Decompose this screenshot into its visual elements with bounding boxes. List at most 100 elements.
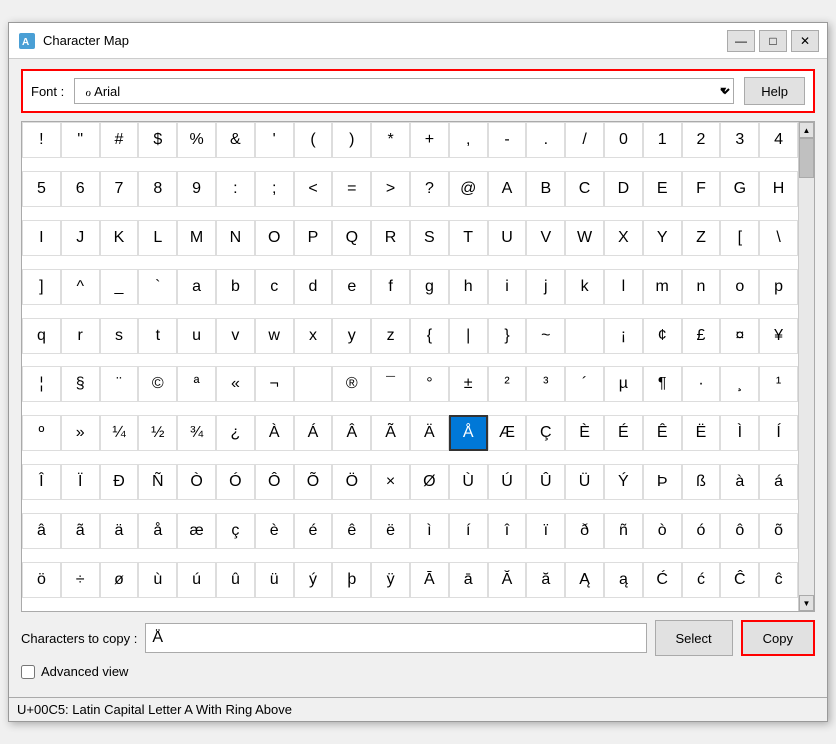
char-cell[interactable]: D bbox=[604, 171, 643, 207]
char-cell[interactable]: / bbox=[565, 122, 604, 158]
char-cell[interactable]: Ú bbox=[488, 464, 527, 500]
char-cell[interactable]: µ bbox=[604, 366, 643, 402]
char-cell[interactable]: Ñ bbox=[138, 464, 177, 500]
char-cell[interactable]: ø bbox=[100, 562, 139, 598]
char-cell[interactable]: g bbox=[410, 269, 449, 305]
char-cell[interactable]: Õ bbox=[294, 464, 333, 500]
char-cell[interactable]: r bbox=[61, 318, 100, 354]
char-cell[interactable]: h bbox=[449, 269, 488, 305]
char-cell[interactable]: i bbox=[488, 269, 527, 305]
char-cell[interactable]: ï bbox=[526, 513, 565, 549]
char-cell[interactable]: ) bbox=[332, 122, 371, 158]
char-cell[interactable]: Ì bbox=[720, 415, 759, 451]
char-cell[interactable]: S bbox=[410, 220, 449, 256]
char-cell[interactable]: & bbox=[216, 122, 255, 158]
char-cell[interactable]: X bbox=[604, 220, 643, 256]
char-cell[interactable]: w bbox=[255, 318, 294, 354]
char-cell[interactable]: Ø bbox=[410, 464, 449, 500]
char-cell[interactable]: ¤ bbox=[720, 318, 759, 354]
char-cell[interactable]: W bbox=[565, 220, 604, 256]
char-cell[interactable]: V bbox=[526, 220, 565, 256]
char-cell[interactable]: ý bbox=[294, 562, 333, 598]
char-cell[interactable]: â bbox=[22, 513, 61, 549]
char-cell[interactable]: : bbox=[216, 171, 255, 207]
char-cell[interactable]: ë bbox=[371, 513, 410, 549]
char-cell[interactable]: ä bbox=[100, 513, 139, 549]
char-cell[interactable]: ć bbox=[682, 562, 721, 598]
char-cell[interactable]: 0 bbox=[604, 122, 643, 158]
char-cell[interactable]: ñ bbox=[604, 513, 643, 549]
char-cell[interactable]: î bbox=[488, 513, 527, 549]
char-cell[interactable]: u bbox=[177, 318, 216, 354]
char-cell[interactable]: C bbox=[565, 171, 604, 207]
char-cell[interactable]: B bbox=[526, 171, 565, 207]
scroll-thumb[interactable] bbox=[799, 138, 814, 178]
char-cell[interactable]: § bbox=[61, 366, 100, 402]
char-cell[interactable]: ' bbox=[255, 122, 294, 158]
char-cell[interactable]: q bbox=[22, 318, 61, 354]
char-cell[interactable]: = bbox=[332, 171, 371, 207]
char-cell[interactable]: % bbox=[177, 122, 216, 158]
char-cell[interactable]: O bbox=[255, 220, 294, 256]
char-cell[interactable]: Û bbox=[526, 464, 565, 500]
char-cell[interactable]: R bbox=[371, 220, 410, 256]
char-cell[interactable]: M bbox=[177, 220, 216, 256]
char-cell[interactable]: m bbox=[643, 269, 682, 305]
char-cell[interactable]: F bbox=[682, 171, 721, 207]
char-cell[interactable]: 4 bbox=[759, 122, 798, 158]
char-cell[interactable]: ÷ bbox=[61, 562, 100, 598]
char-cell[interactable]: Ç bbox=[526, 415, 565, 451]
char-cell[interactable]: ¦ bbox=[22, 366, 61, 402]
char-cell[interactable]: û bbox=[216, 562, 255, 598]
char-cell[interactable]: ¡ bbox=[604, 318, 643, 354]
char-cell[interactable]: 6 bbox=[61, 171, 100, 207]
char-cell[interactable]: ¸ bbox=[720, 366, 759, 402]
char-cell[interactable]: J bbox=[61, 220, 100, 256]
char-cell[interactable]: < bbox=[294, 171, 333, 207]
char-cell[interactable]: È bbox=[565, 415, 604, 451]
char-cell[interactable]: ¼ bbox=[100, 415, 139, 451]
char-cell[interactable]: p bbox=[759, 269, 798, 305]
char-cell[interactable]: E bbox=[643, 171, 682, 207]
char-cell[interactable]: Ĉ bbox=[720, 562, 759, 598]
scroll-up-button[interactable]: ▲ bbox=[799, 122, 814, 138]
char-cell[interactable]: Î bbox=[22, 464, 61, 500]
char-cell[interactable]: ß bbox=[682, 464, 721, 500]
char-cell[interactable]: ĉ bbox=[759, 562, 798, 598]
char-cell[interactable]: ] bbox=[22, 269, 61, 305]
char-cell[interactable]: ă bbox=[526, 562, 565, 598]
advanced-checkbox[interactable] bbox=[21, 665, 35, 679]
char-cell[interactable]: Y bbox=[643, 220, 682, 256]
char-cell[interactable]: ¹ bbox=[759, 366, 798, 402]
char-cell[interactable]: è bbox=[255, 513, 294, 549]
close-button[interactable]: ✕ bbox=[791, 30, 819, 52]
char-cell[interactable]: » bbox=[61, 415, 100, 451]
char-cell[interactable]: d bbox=[294, 269, 333, 305]
char-cell[interactable]: . bbox=[526, 122, 565, 158]
char-cell[interactable]: 7 bbox=[100, 171, 139, 207]
char-cell[interactable]: Ù bbox=[449, 464, 488, 500]
minimize-button[interactable]: — bbox=[727, 30, 755, 52]
char-cell[interactable]: [ bbox=[720, 220, 759, 256]
char-cell[interactable]: Ý bbox=[604, 464, 643, 500]
char-cell[interactable]: Ą bbox=[565, 562, 604, 598]
char-cell[interactable]: ¢ bbox=[643, 318, 682, 354]
char-cell[interactable]: à bbox=[720, 464, 759, 500]
char-cell[interactable]: Ð bbox=[100, 464, 139, 500]
char-cell[interactable]: ´ bbox=[565, 366, 604, 402]
char-cell[interactable]: ! bbox=[22, 122, 61, 158]
char-cell[interactable]: º bbox=[22, 415, 61, 451]
char-cell[interactable]: ù bbox=[138, 562, 177, 598]
char-cell[interactable]: Æ bbox=[488, 415, 527, 451]
char-cell[interactable]: Á bbox=[294, 415, 333, 451]
char-cell[interactable]: À bbox=[255, 415, 294, 451]
char-cell[interactable]: Ë bbox=[682, 415, 721, 451]
char-cell[interactable]: á bbox=[759, 464, 798, 500]
char-cell[interactable]: # bbox=[100, 122, 139, 158]
char-cell[interactable]: * bbox=[371, 122, 410, 158]
char-cell[interactable]: ; bbox=[255, 171, 294, 207]
font-select[interactable]: ℴ Arial bbox=[74, 78, 734, 104]
char-cell[interactable]: y bbox=[332, 318, 371, 354]
char-cell[interactable]: Ê bbox=[643, 415, 682, 451]
char-cell[interactable]: ą bbox=[604, 562, 643, 598]
